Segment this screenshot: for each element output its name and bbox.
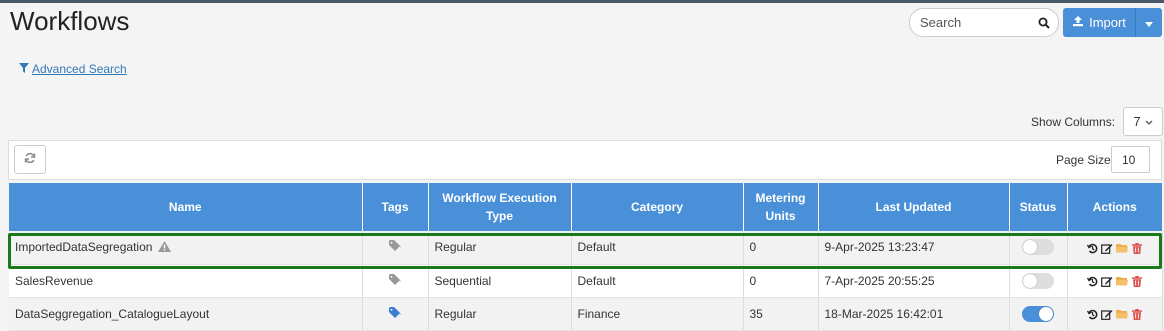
refresh-icon xyxy=(24,152,36,167)
search-icon[interactable] xyxy=(1038,16,1050,30)
cell-tags xyxy=(362,297,429,331)
cell-last-updated: 18-Mar-2025 16:42:01 xyxy=(818,297,1010,331)
workflows-table: Name Tags Workflow Execution Type Catego… xyxy=(9,183,1163,331)
header-tags[interactable]: Tags xyxy=(362,183,429,231)
page-size-input[interactable]: 10 xyxy=(1111,146,1150,173)
cell-last-updated: 9-Apr-2025 13:23:47 xyxy=(818,231,1010,265)
header-name[interactable]: Name xyxy=(9,183,363,231)
import-label: Import xyxy=(1089,15,1126,30)
history-icon[interactable] xyxy=(1086,275,1098,287)
cell-name[interactable]: ImportedDataSegregation xyxy=(9,231,363,265)
cell-metering-units: 0 xyxy=(743,264,819,298)
page-size-label: Page Size xyxy=(1056,153,1111,167)
delete-icon[interactable] xyxy=(1131,308,1143,320)
header-category[interactable]: Category xyxy=(571,183,744,231)
folder-icon[interactable] xyxy=(1116,275,1128,287)
search-box[interactable] xyxy=(909,8,1059,37)
cell-actions xyxy=(1067,264,1163,298)
tag-icon[interactable] xyxy=(388,306,402,321)
page-title: Workflows xyxy=(10,6,130,36)
edit-icon[interactable] xyxy=(1101,308,1113,320)
table-header-row: Name Tags Workflow Execution Type Catego… xyxy=(9,183,1162,231)
show-columns-select[interactable]: 7 xyxy=(1123,107,1164,136)
cell-category: Default xyxy=(571,264,744,298)
history-icon[interactable] xyxy=(1086,242,1098,254)
status-toggle[interactable] xyxy=(1022,239,1054,256)
table-row[interactable]: DataSeggregation_CatalogueLayout Regular… xyxy=(9,297,1163,331)
table-row[interactable]: SalesRevenue Sequential Default 0 7-Apr-… xyxy=(9,264,1163,298)
header-exec-type[interactable]: Workflow Execution Type xyxy=(428,183,572,231)
chevron-down-icon xyxy=(1145,114,1153,129)
tag-icon[interactable] xyxy=(388,273,402,288)
header-actions: Actions xyxy=(1067,183,1162,231)
toggle-knob xyxy=(1039,306,1053,321)
cell-tags xyxy=(362,231,429,265)
warning-icon xyxy=(158,240,172,255)
filter-icon xyxy=(19,62,29,76)
cell-name[interactable]: SalesRevenue xyxy=(9,264,363,298)
edit-icon[interactable] xyxy=(1101,242,1113,254)
cell-last-updated: 7-Apr-2025 20:55:25 xyxy=(818,264,1010,298)
edit-icon[interactable] xyxy=(1101,275,1113,287)
upload-icon xyxy=(1072,15,1084,30)
cell-metering-units: 0 xyxy=(743,231,819,265)
cell-exec-type: Sequential xyxy=(428,264,572,298)
search-input[interactable] xyxy=(920,15,1038,30)
folder-icon[interactable] xyxy=(1116,242,1128,254)
workflow-name[interactable]: ImportedDataSegregation xyxy=(15,240,152,254)
delete-icon[interactable] xyxy=(1131,242,1143,254)
cell-category: Default xyxy=(571,231,744,265)
show-columns-label: Show Columns: xyxy=(1031,114,1116,129)
show-columns-value: 7 xyxy=(1133,114,1141,129)
header-metering-units[interactable]: Metering Units xyxy=(743,183,819,231)
tag-icon[interactable] xyxy=(388,240,402,254)
cell-category: Finance xyxy=(571,297,744,331)
refresh-button[interactable] xyxy=(14,145,46,174)
cell-tags xyxy=(362,264,429,298)
import-button-group: Import xyxy=(1063,8,1162,37)
cell-metering-units: 35 xyxy=(743,297,819,331)
cell-name[interactable]: DataSeggregation_CatalogueLayout xyxy=(9,297,363,331)
workflow-name[interactable]: SalesRevenue xyxy=(15,274,93,288)
advanced-search-label: Advanced Search xyxy=(32,62,127,76)
cell-status xyxy=(1009,264,1068,298)
cell-status xyxy=(1009,297,1068,331)
table-row[interactable]: ImportedDataSegregation Regular Default … xyxy=(9,231,1163,265)
status-toggle[interactable] xyxy=(1022,305,1054,322)
show-columns-control: Show Columns: 7 xyxy=(1031,107,1164,136)
status-toggle[interactable] xyxy=(1022,272,1054,289)
history-icon[interactable] xyxy=(1086,308,1098,320)
toggle-knob xyxy=(1023,273,1037,288)
cell-exec-type: Regular xyxy=(428,297,572,331)
import-dropdown-toggle[interactable] xyxy=(1136,8,1162,37)
delete-icon[interactable] xyxy=(1131,275,1143,287)
advanced-search-link[interactable]: Advanced Search xyxy=(19,62,127,76)
folder-icon[interactable] xyxy=(1116,308,1128,320)
cell-actions xyxy=(1067,231,1163,265)
cell-exec-type: Regular xyxy=(428,231,572,265)
import-button[interactable]: Import xyxy=(1063,8,1136,37)
header-status[interactable]: Status xyxy=(1009,183,1068,231)
workflow-name[interactable]: DataSeggregation_CatalogueLayout xyxy=(15,307,209,321)
caret-down-icon xyxy=(1145,15,1153,30)
header-last-updated[interactable]: Last Updated xyxy=(818,183,1010,231)
cell-actions xyxy=(1067,297,1163,331)
top-border xyxy=(0,0,1164,3)
toggle-knob xyxy=(1023,240,1037,255)
cell-status xyxy=(1009,231,1068,265)
grid-toolbar: Page Size 10 xyxy=(8,140,1162,180)
